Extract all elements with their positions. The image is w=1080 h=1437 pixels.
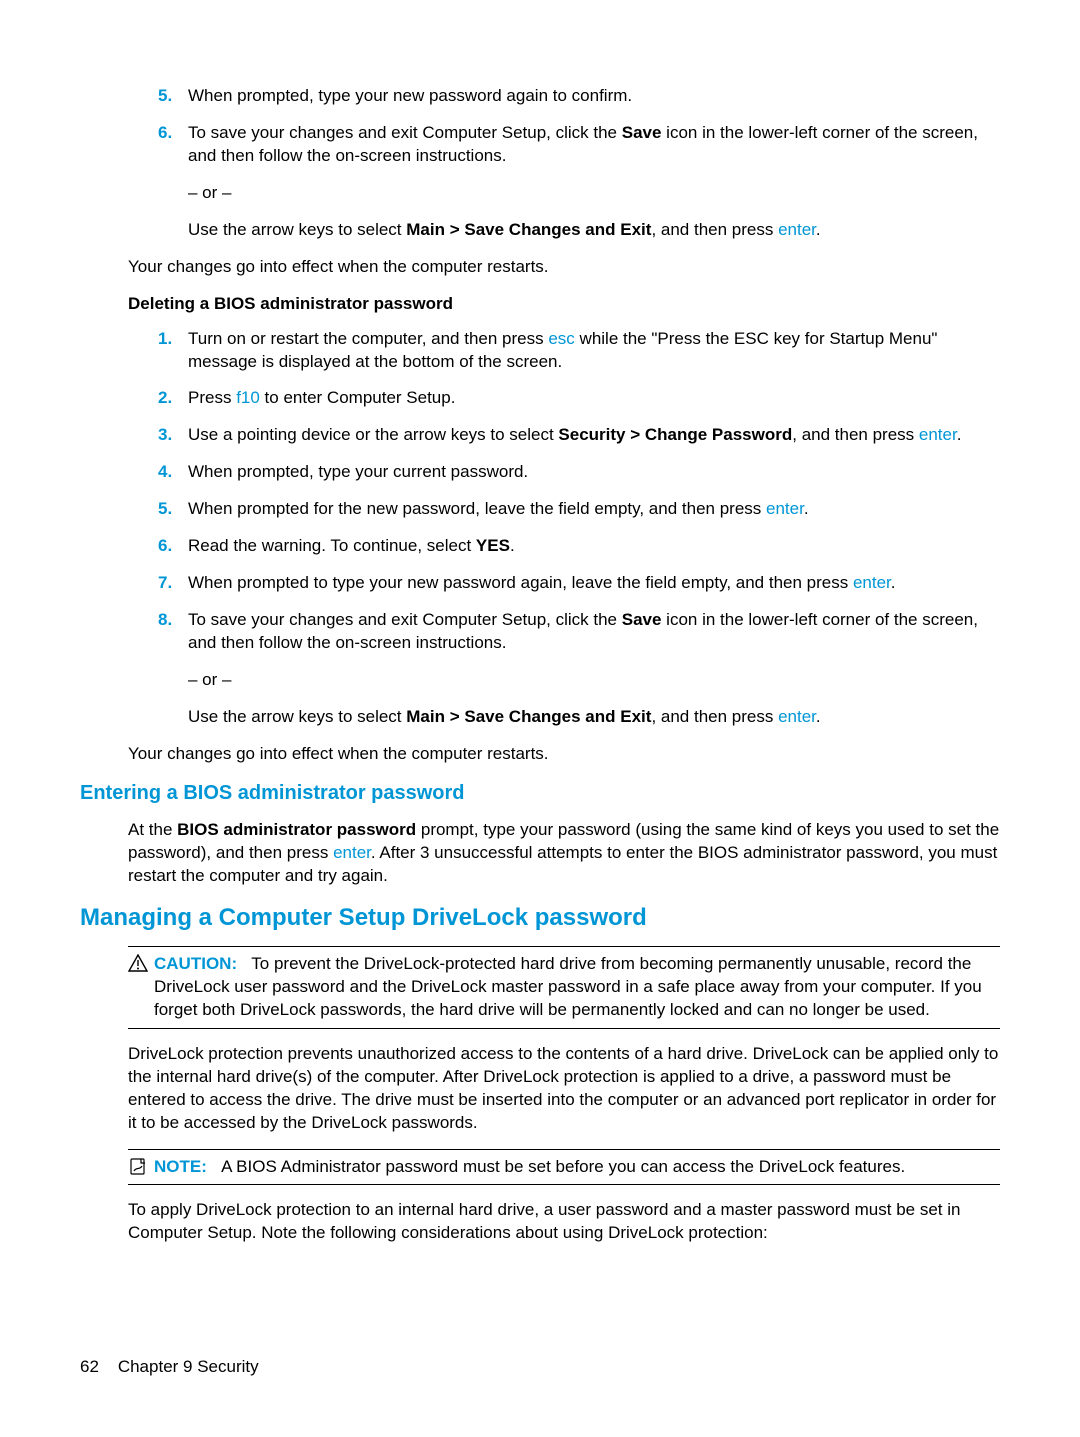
delete-step-3: 3. Use a pointing device or the arrow ke…: [158, 424, 1000, 447]
delete-step-2: 2. Press f10 to enter Computer Setup.: [158, 387, 1000, 410]
or-separator: – or –: [188, 182, 1000, 205]
delete-step-8: 8. To save your changes and exit Compute…: [158, 609, 1000, 655]
step-text: When prompted, type your new password ag…: [188, 85, 1000, 108]
step-alt-text: Use the arrow keys to select Main > Save…: [188, 706, 1000, 729]
step-text: When prompted, type your current passwor…: [188, 461, 1000, 484]
step-6-top: 6. To save your changes and exit Compute…: [158, 122, 1000, 168]
effect-text: Your changes go into effect when the com…: [128, 743, 1000, 766]
chapter-label: Chapter 9 Security: [118, 1357, 259, 1376]
step-number: 6.: [158, 122, 188, 168]
step-text: When prompted to type your new password …: [188, 572, 1000, 595]
step-number: 8.: [158, 609, 188, 655]
step-number: 5.: [158, 498, 188, 521]
delete-heading: Deleting a BIOS administrator password: [128, 293, 1000, 316]
delete-step-5: 5. When prompted for the new password, l…: [158, 498, 1000, 521]
page-footer: 62 Chapter 9 Security: [80, 1357, 259, 1377]
step-text: Read the warning. To continue, select YE…: [188, 535, 1000, 558]
page-number: 62: [80, 1357, 99, 1376]
delete-step-7: 7. When prompted to type your new passwo…: [158, 572, 1000, 595]
step-number: 3.: [158, 424, 188, 447]
step-text: Turn on or restart the computer, and the…: [188, 328, 1000, 374]
step-text: To save your changes and exit Computer S…: [188, 122, 1000, 168]
entering-heading: Entering a BIOS administrator password: [80, 780, 1000, 807]
note-icon: [128, 1156, 154, 1179]
step-text: Press f10 to enter Computer Setup.: [188, 387, 1000, 410]
caution-text: CAUTION: To prevent the DriveLock-protec…: [154, 953, 1000, 1022]
step-number: 6.: [158, 535, 188, 558]
step-text: When prompted for the new password, leav…: [188, 498, 1000, 521]
step-number: 2.: [158, 387, 188, 410]
step-number: 5.: [158, 85, 188, 108]
delete-step-1: 1. Turn on or restart the computer, and …: [158, 328, 1000, 374]
note-text: NOTE: A BIOS Administrator password must…: [154, 1156, 1000, 1179]
caution-callout: CAUTION: To prevent the DriveLock-protec…: [128, 946, 1000, 1029]
drivelock-paragraph-2: To apply DriveLock protection to an inte…: [128, 1199, 1000, 1245]
step-number: 4.: [158, 461, 188, 484]
step-5-top: 5. When prompted, type your new password…: [158, 85, 1000, 108]
step-text: To save your changes and exit Computer S…: [188, 609, 1000, 655]
step-number: 7.: [158, 572, 188, 595]
effect-text: Your changes go into effect when the com…: [128, 256, 1000, 279]
delete-step-6: 6. Read the warning. To continue, select…: [158, 535, 1000, 558]
delete-step-4: 4. When prompted, type your current pass…: [158, 461, 1000, 484]
caution-icon: [128, 953, 154, 1022]
note-callout: NOTE: A BIOS Administrator password must…: [128, 1149, 1000, 1186]
drivelock-paragraph-1: DriveLock protection prevents unauthoriz…: [128, 1043, 1000, 1135]
step-number: 1.: [158, 328, 188, 374]
step-text: Use a pointing device or the arrow keys …: [188, 424, 1000, 447]
or-separator: – or –: [188, 669, 1000, 692]
step-alt-text: Use the arrow keys to select Main > Save…: [188, 219, 1000, 242]
drivelock-heading: Managing a Computer Setup DriveLock pass…: [80, 902, 1000, 934]
entering-paragraph: At the BIOS administrator password promp…: [128, 819, 1000, 888]
